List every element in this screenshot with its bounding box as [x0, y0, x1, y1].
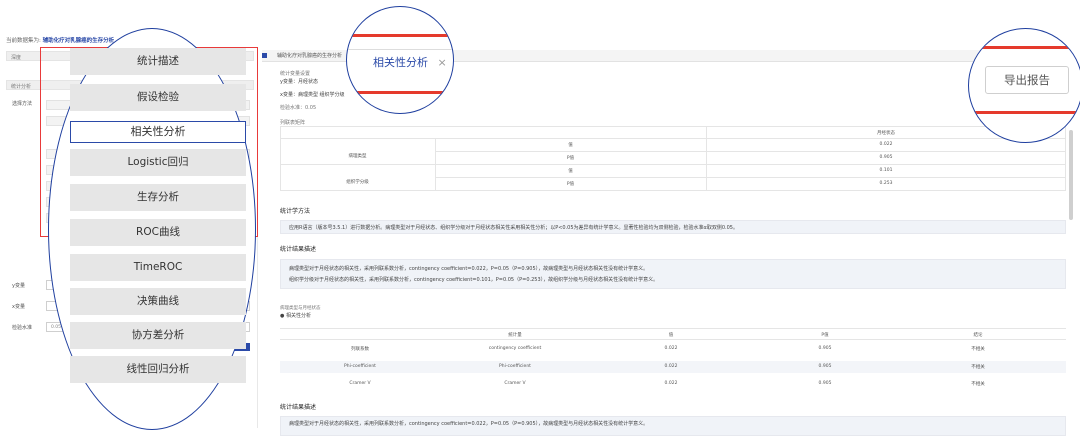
table2-cell: Phi-coefficient [499, 364, 531, 369]
menu-item-survival[interactable]: 生存分析 [70, 184, 246, 211]
x-variable-value: x变量：病理类型 组织学分级 [280, 92, 345, 98]
alpha-value: 检验水准：0.05 [280, 105, 317, 111]
zoom-accent-bottom [347, 91, 453, 94]
menu-item-roc[interactable]: ROC曲线 [70, 219, 246, 246]
table1-stat-name: 值 [568, 143, 573, 148]
dataset-prefix: 当前数据集为: [6, 38, 41, 44]
table2-cell: Cramer V [504, 381, 526, 386]
table2-cell: Cramer V [349, 381, 371, 386]
table1-stat-value: 0.022 [879, 142, 893, 147]
result-line: 组织学分级对于月经状态的相关性，采用列联系数分析，contingency coe… [289, 277, 659, 283]
tab-survival[interactable]: 辅助化疗对乳腺癌的生存分析 [277, 52, 342, 59]
menu-item-linear-regression[interactable]: 线性回归分析 [70, 356, 246, 383]
table2-cell: 不相关 [971, 365, 985, 370]
table2-cell: 0.022 [664, 381, 678, 386]
table2-cell: 0.905 [818, 364, 832, 369]
method-text: 应用R语言（版本号3.5.1）进行数据分析。病理类型对于月经状态、组织学分级对于… [280, 220, 1066, 234]
method-title: 统计学方法 [280, 208, 311, 215]
table-row: 列联系数 contingency coefficient 0.022 0.905… [280, 343, 1066, 355]
table2-cell: 不相关 [971, 382, 985, 387]
alpha-level-value: 0.05 [51, 325, 62, 330]
result2-text: 病理类型对于月经状态的相关性，采用列联系数分析，contingency coef… [280, 416, 1066, 436]
table2-cell: 0.905 [818, 381, 832, 386]
zoom-accent-top [969, 46, 1080, 49]
table2-header-cell: 统计量 [508, 333, 522, 338]
table1-stat-name: 值 [568, 169, 573, 174]
settings-title: 统计变量设置 [280, 71, 311, 77]
zoom-accent-bottom [969, 111, 1080, 114]
sub-caption: 病理类型与月经状态 [280, 306, 321, 311]
correlation-heading: ● 相关性分析 [280, 313, 311, 319]
close-icon[interactable]: × [438, 56, 447, 69]
table-row: Phi-coefficient Phi-coefficient 0.022 0.… [280, 361, 1066, 373]
table2-header-cell: 值 [668, 333, 674, 338]
alpha-level-label: 检验水准 [12, 325, 33, 331]
y-variable-label: y变量 [12, 283, 25, 289]
menu-item-descriptive[interactable]: 统计描述 [70, 48, 246, 75]
select-method-label: 选择方法 [12, 101, 33, 107]
zoom-accent-top [347, 34, 453, 37]
table2-cell: 0.905 [818, 346, 832, 351]
menu-item-hypothesis-test[interactable]: 假设检验 [70, 84, 246, 111]
table2-header-cell: P值 [821, 333, 829, 338]
left-section-depth-label: 深度 [11, 55, 22, 61]
table2-cell: contingency coefficient [488, 346, 542, 351]
content-scrollbar[interactable] [1069, 130, 1073, 220]
zoom-divider [347, 49, 453, 50]
dataset-name: 辅助化疗对乳腺癌的生存分析 [42, 38, 115, 44]
table1-stat-value: 0.253 [879, 181, 893, 186]
export-report-button[interactable]: 导出报告 [985, 66, 1069, 94]
table1-stat-name: P值 [566, 182, 575, 187]
table1-group: 病理类型 [348, 154, 367, 159]
tab-correlation-label: 相关性分析 [373, 56, 428, 69]
result-box: 病理类型对于月经状态的相关性，采用列联系数分析，contingency coef… [280, 259, 1066, 289]
y-variable-value: y变量：月经状态 [280, 79, 318, 85]
table1-caption: 列联表矩阵 [280, 120, 306, 126]
table2-header-cell: 结论 [973, 333, 983, 338]
tab-bar-marker [262, 53, 267, 58]
x-variable-label: x变量 [12, 304, 25, 310]
active-tab-zoom: 相关性分析 × [346, 6, 454, 114]
table1-stat-name: P值 [566, 156, 575, 161]
tab-correlation[interactable]: 相关性分析 × [373, 54, 447, 70]
menu-item-decision-curve[interactable]: 决策曲线 [70, 288, 246, 315]
menu-item-logistic[interactable]: Logistic回归 [70, 149, 246, 176]
result2-title: 统计结果描述 [280, 404, 317, 411]
table1-group: 组织学分级 [346, 180, 369, 185]
table2-cell: 列联系数 [351, 347, 369, 352]
export-zoom: 导出报告 [968, 28, 1080, 143]
table2-header: 统计量 值 P值 结论 [280, 328, 1066, 340]
left-section-stats-label: 统计分析 [11, 84, 32, 90]
contingency-table: 月经状态 病理类型 值 0.022 P值 0.905 组织学分级 值 0.101… [280, 126, 1066, 194]
result-line: 病理类型对于月经状态的相关性，采用列联系数分析，contingency coef… [289, 266, 649, 272]
menu-item-timeroc[interactable]: TimeROC [70, 254, 246, 281]
table-row: Cramer V Cramer V 0.022 0.905 不相关 [280, 378, 1066, 390]
menu-item-covariance[interactable]: 协方差分析 [70, 322, 246, 349]
dataset-caption: 当前数据集为: 辅助化疗对乳腺癌的生存分析 [6, 36, 114, 44]
menu-item-correlation[interactable]: 相关性分析 [70, 121, 246, 143]
table1-stat-value: 0.101 [879, 168, 893, 173]
table2-cell: 0.022 [664, 346, 678, 351]
table2-cell: Phi-coefficient [344, 364, 376, 369]
result-title: 统计结果描述 [280, 246, 317, 253]
table1-stat-value: 0.905 [879, 155, 893, 160]
table2-cell: 0.022 [664, 364, 678, 369]
table2-cell: 不相关 [971, 347, 985, 352]
